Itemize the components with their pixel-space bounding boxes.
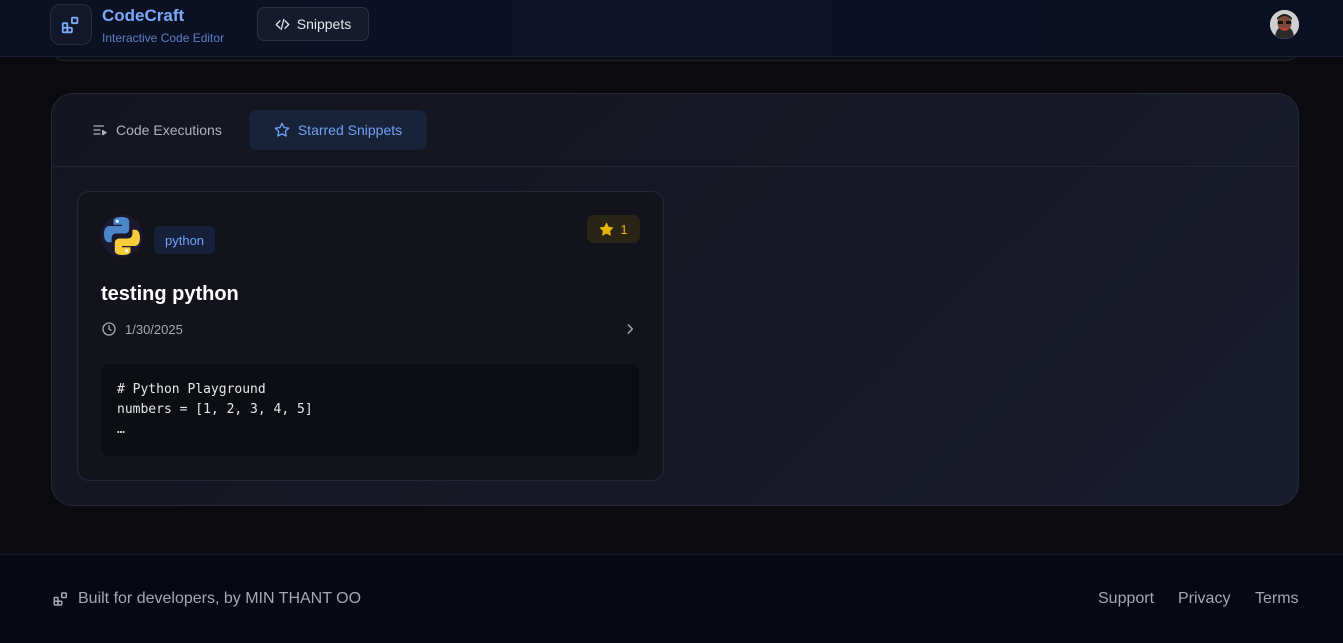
brand-subtitle: Interactive Code Editor	[102, 31, 225, 45]
star-filled-icon	[600, 222, 614, 236]
logo[interactable]	[50, 4, 92, 45]
tab-code-executions[interactable]: Code Executions	[92, 110, 232, 150]
star-count: 1	[620, 221, 628, 237]
avatar-image-icon	[1270, 10, 1299, 39]
snippet-card[interactable]: python 1 testing python 1/30/2025 # Pyth…	[77, 191, 664, 481]
footer-credit-text: Built for developers, by MIN THANT OO	[78, 590, 362, 607]
blocks-icon	[53, 592, 67, 606]
clock-icon	[102, 322, 116, 336]
footer: Built for developers, by MIN THANT OO Su…	[0, 554, 1343, 643]
language-badge: python	[154, 226, 216, 254]
code-icon	[275, 18, 290, 30]
code-line: …	[117, 422, 125, 437]
code-preview: # Python Playground numbers = [1, 2, 3, …	[101, 364, 639, 456]
star-button[interactable]: 1	[587, 215, 640, 243]
tab-label: Code Executions	[116, 122, 222, 138]
python-logo-icon	[101, 215, 143, 257]
tabs-bar: Code Executions Starred Snippets	[52, 94, 1298, 167]
app-header: CodeCraft Interactive Code Editor Snippe…	[0, 0, 1343, 57]
snippet-title: testing python	[101, 283, 239, 305]
snippets-button[interactable]: Snippets	[257, 7, 369, 41]
footer-link-terms[interactable]: Terms	[1255, 590, 1299, 608]
snippet-date: 1/30/2025	[125, 321, 183, 337]
snippets-label: Snippets	[296, 16, 352, 32]
chevron-right-icon[interactable]	[623, 322, 637, 336]
avatar[interactable]	[1270, 10, 1299, 39]
star-icon	[274, 122, 290, 137]
blocks-icon	[61, 16, 79, 33]
snippet-date-row: 1/30/2025	[101, 321, 183, 337]
list-play-icon	[93, 125, 107, 136]
brand-title: CodeCraft	[102, 6, 185, 25]
code-line: # Python Playground	[117, 382, 266, 397]
starred-panel: Code Executions Starred Snippets python …	[51, 93, 1299, 506]
footer-link-support[interactable]: Support	[1098, 590, 1154, 608]
footer-link-privacy[interactable]: Privacy	[1178, 590, 1230, 608]
tab-starred-snippets[interactable]: Starred Snippets	[249, 110, 427, 150]
footer-credit: Built for developers, by MIN THANT OO	[52, 590, 361, 608]
code-line: numbers = [1, 2, 3, 4, 5]	[117, 402, 313, 417]
tab-label: Starred Snippets	[297, 122, 403, 138]
